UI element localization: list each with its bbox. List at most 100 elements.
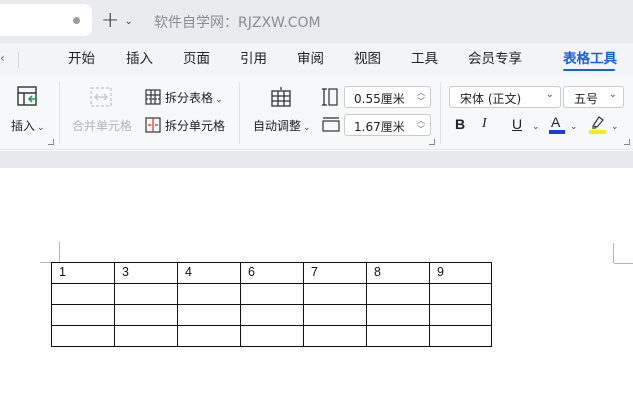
font-name-select[interactable]: 宋体 (正文) ⌄ — [449, 86, 561, 108]
menu-item-member[interactable]: 会员专享 — [468, 47, 522, 67]
menu-divider — [18, 52, 19, 68]
unsaved-dot-icon — [73, 17, 80, 24]
workspace-background — [0, 151, 633, 168]
underline-button[interactable]: U — [512, 116, 522, 132]
insert-label: 插入 ⌄ — [11, 117, 45, 134]
group-divider — [59, 82, 60, 144]
menu-item-view[interactable]: 视图 — [354, 47, 381, 67]
spinner-arrows-icon[interactable]: ︿ ﹀ — [417, 88, 425, 106]
insert-label-text: 插入 — [11, 119, 36, 133]
menu-item-insert[interactable]: 插入 — [126, 47, 153, 67]
font-size-select[interactable]: 五号 ⌄ — [563, 86, 624, 108]
table-row — [51, 304, 492, 326]
margin-mark — [613, 243, 614, 263]
font-size-value: 五号 — [574, 92, 599, 106]
table-cell[interactable] — [429, 325, 492, 347]
table-cell[interactable] — [177, 283, 241, 305]
table-cell[interactable] — [51, 304, 115, 326]
row-height-icon — [322, 88, 338, 106]
group-launcher-icon[interactable] — [624, 139, 630, 145]
split-table-label: 拆分表格 — [165, 91, 214, 105]
row-height-value: 0.55厘米 — [354, 92, 405, 106]
column-width-input[interactable]: 1.67厘米 ︿ ﹀ — [344, 114, 431, 136]
table-cell[interactable] — [303, 325, 367, 347]
document-table[interactable]: 1 3 4 6 7 8 9 — [51, 262, 492, 347]
highlight-color-swatch — [589, 130, 606, 134]
menu-item-home[interactable]: 开始 — [68, 47, 95, 67]
table-cell[interactable] — [240, 283, 304, 305]
highlight-pen-icon[interactable] — [590, 115, 606, 129]
table-cell[interactable] — [51, 325, 115, 347]
table-cell[interactable] — [303, 283, 367, 305]
chevron-down-icon: ⌄ — [37, 123, 45, 133]
table-cell[interactable] — [240, 325, 304, 347]
chevron-down-icon: ⌄ — [608, 89, 617, 100]
table-cell[interactable] — [366, 325, 430, 347]
table-cell[interactable]: 8 — [366, 262, 430, 284]
menu-item-review[interactable]: 审阅 — [297, 47, 324, 67]
table-cell[interactable]: 6 — [240, 262, 304, 284]
menu-item-references[interactable]: 引用 — [240, 47, 267, 67]
split-cells-icon — [145, 117, 161, 133]
table-cell[interactable] — [114, 325, 178, 347]
table-cell[interactable] — [177, 325, 241, 347]
autofit-icon — [271, 87, 291, 107]
table-row — [51, 325, 492, 347]
menu-item-table-tools[interactable]: 表格工具 — [563, 47, 617, 67]
table-cell[interactable] — [366, 304, 430, 326]
font-color-button[interactable]: A — [551, 114, 560, 130]
chevron-down-icon[interactable]: ⌄ — [568, 118, 578, 132]
group-divider — [440, 82, 441, 144]
font-color-swatch — [549, 130, 565, 134]
new-tab-button[interactable]: + ⌄ — [101, 9, 137, 33]
font-name-value: 宋体 (正文) — [460, 92, 522, 106]
table-cell[interactable] — [429, 304, 492, 326]
split-cells-button[interactable]: 拆分单元格 — [165, 117, 225, 134]
chevron-down-icon[interactable]: ⌄ — [530, 118, 540, 132]
table-cell[interactable]: 3 — [114, 262, 178, 284]
chevron-down-icon: ⌄ — [215, 95, 223, 105]
group-launcher-icon[interactable] — [429, 139, 435, 145]
column-width-icon — [322, 117, 340, 132]
table-cell[interactable]: 4 — [177, 262, 241, 284]
bold-button[interactable]: B — [455, 116, 465, 132]
table-cell[interactable] — [177, 304, 241, 326]
margin-mark — [59, 242, 60, 262]
table-cell[interactable]: 9 — [429, 262, 492, 284]
split-table-button[interactable]: 拆分表格 ⌄ — [165, 89, 223, 106]
chevron-down-icon[interactable]: ⌄ — [609, 118, 619, 132]
table-cell[interactable] — [429, 283, 492, 305]
table-cell[interactable]: 1 — [51, 262, 115, 284]
spinner-arrows-icon[interactable]: ︿ ﹀ — [417, 116, 425, 134]
table-cell[interactable] — [303, 304, 367, 326]
site-title: 软件自学网：RJZXW.COM — [154, 15, 321, 31]
chevron-down-icon: ⌄ — [124, 15, 133, 27]
menu-item-page[interactable]: 页面 — [183, 47, 210, 67]
document-tab[interactable] — [0, 4, 92, 36]
table-cell[interactable] — [51, 283, 115, 305]
table-cell[interactable] — [114, 283, 178, 305]
split-table-icon — [145, 89, 161, 105]
menu-item-tools[interactable]: 工具 — [411, 47, 438, 67]
group-launcher-icon[interactable] — [48, 139, 54, 145]
chevron-down-icon: ⌄ — [545, 89, 554, 100]
margin-mark — [40, 262, 51, 263]
table-cell[interactable] — [366, 283, 430, 305]
table-row: 1 3 4 6 7 8 9 — [51, 262, 492, 284]
table-cell[interactable]: 7 — [303, 262, 367, 284]
table-row — [51, 283, 492, 305]
chevron-left-icon[interactable]: ‹ — [0, 51, 5, 65]
autofit-label: 自动调整 — [253, 119, 302, 133]
chevron-down-icon: ⌄ — [303, 123, 311, 133]
merge-cells-button[interactable]: 合并单元格 — [72, 117, 132, 134]
row-height-input[interactable]: 0.55厘米 ︿ ﹀ — [344, 86, 431, 108]
table-cell[interactable] — [114, 304, 178, 326]
plus-icon: + — [101, 8, 120, 33]
column-width-value: 1.67厘米 — [354, 120, 405, 134]
table-cell[interactable] — [240, 304, 304, 326]
autofit-button[interactable]: 自动调整 ⌄ — [253, 117, 311, 134]
group-divider — [239, 82, 240, 144]
menu-bar: ‹ 开始 插入 页面 引用 审阅 视图 工具 会员专享 表格工具 — [0, 43, 633, 76]
title-bar: + ⌄ 软件自学网：RJZXW.COM — [0, 0, 633, 43]
italic-button[interactable]: I — [482, 116, 487, 132]
